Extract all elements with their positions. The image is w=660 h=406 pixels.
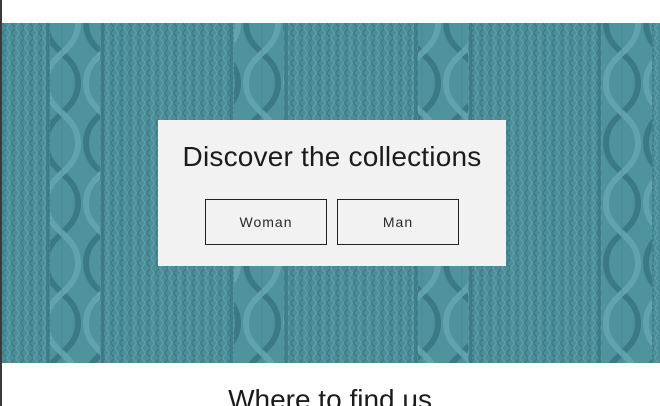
hero-card: Discover the collections Woman Man: [158, 120, 506, 266]
page: Discover the collections Woman Man Where…: [0, 0, 660, 406]
window-left-edge: [0, 0, 2, 406]
hero-title: Discover the collections: [182, 141, 482, 172]
man-collection-button[interactable]: Man: [337, 199, 459, 245]
hero-banner: Discover the collections Woman Man: [2, 23, 660, 363]
woman-collection-button[interactable]: Woman: [205, 199, 327, 245]
where-to-find-us-heading: Where to find us: [228, 384, 432, 406]
